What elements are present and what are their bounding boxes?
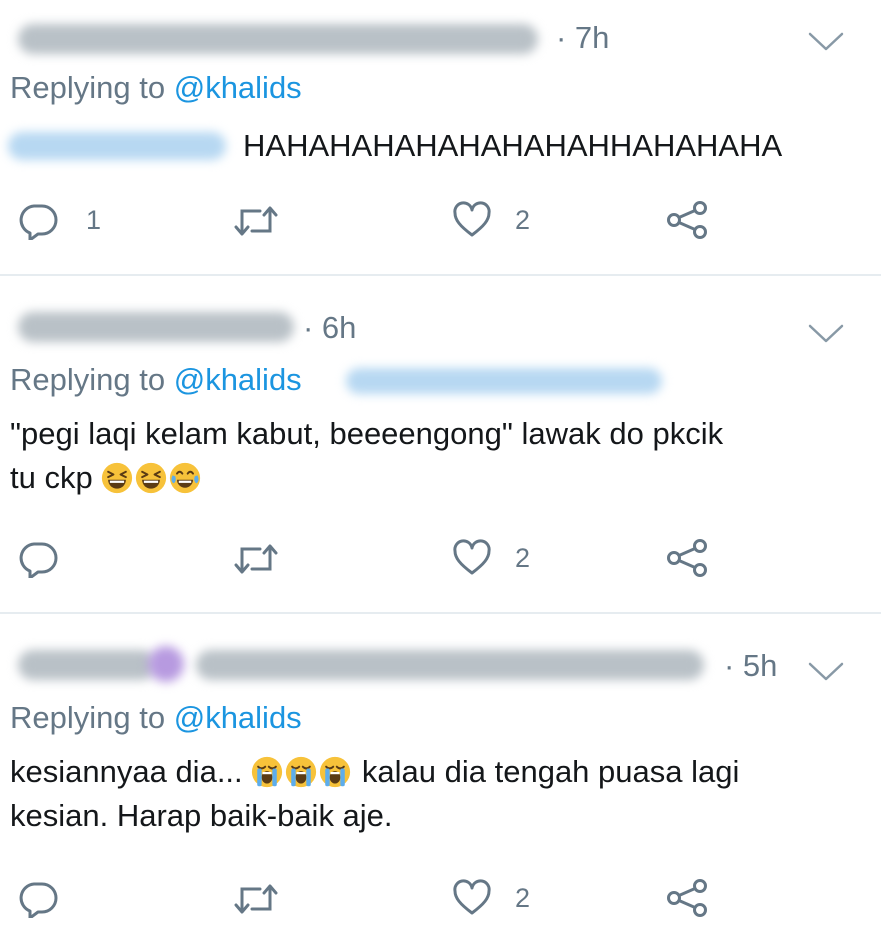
retweet-icon[interactable] (232, 879, 280, 919)
mention-link[interactable]: @khalids (174, 362, 302, 397)
tweet-text-line-2: tu ckp (10, 456, 723, 500)
loudly-crying-face-emoji (251, 756, 283, 788)
tweet-timestamp: · 7h (556, 20, 610, 55)
tweet-text-line: kesian. Harap baik-baik aje. (10, 798, 393, 833)
share-icon[interactable] (665, 878, 709, 918)
grinning-squinting-face-emoji (135, 462, 167, 494)
loudly-crying-face-emoji (285, 756, 317, 788)
replying-to-label: Replying to (10, 700, 174, 735)
heart-icon[interactable] (452, 200, 492, 240)
replying-to-label: Replying to (10, 362, 174, 397)
heart-icon[interactable] (452, 538, 492, 578)
blurred-author-name (196, 650, 704, 680)
tweet-reply-3[interactable]: · 5h Replying to @khalids kesiannyaa dia… (0, 614, 881, 937)
like-count: 2 (515, 543, 531, 573)
tweet-text-line: "pegi laqi kelam kabut, beeeengong" lawa… (10, 416, 724, 451)
loudly-crying-face-emoji (319, 756, 351, 788)
grinning-squinting-face-emoji (101, 462, 133, 494)
mention-link[interactable]: @khalids (174, 70, 302, 105)
tweet-reply-2[interactable]: · 6h Replying to @khalids "pegi laqi kel… (0, 276, 881, 613)
mention-link[interactable]: @khalids (174, 700, 302, 735)
tweet-timestamp: · 6h (303, 310, 357, 345)
blurred-mention (8, 132, 226, 160)
tweet-text-line: tu ckp (10, 460, 93, 495)
blurred-avatar-emoji (148, 646, 184, 682)
chevron-down-icon[interactable] (808, 30, 844, 52)
like-count: 2 (515, 883, 531, 913)
blurred-author-name (18, 650, 156, 680)
replying-to-label: Replying to (10, 70, 174, 105)
share-icon[interactable] (665, 200, 709, 240)
blurred-author-name (18, 312, 294, 342)
tweet-text-line: kesiannyaa dia... (10, 754, 243, 789)
tweet-reply-1[interactable]: · 7h Replying to @khalids HAHAHAHAHAHAHA… (0, 0, 881, 275)
blurred-mention (346, 368, 662, 394)
tweet-text-line: HAHAHAHAHAHAHAHAHHAHAHAHA (243, 128, 783, 163)
tweet-text: HAHAHAHAHAHAHAHAHHAHAHAHA (243, 124, 782, 168)
blurred-author-name (18, 24, 538, 54)
tweet-text: kesiannyaa dia... kalau dia tengah puasa… (10, 750, 739, 838)
tweet-text-line: kalau dia tengah puasa lagi (361, 754, 740, 789)
replying-to-line: Replying to @khalids (10, 700, 302, 736)
reply-icon[interactable] (18, 200, 58, 240)
tweet-text-line-1: kesiannyaa dia... kalau dia tengah puasa… (10, 750, 739, 794)
reply-icon[interactable] (18, 538, 58, 578)
chevron-down-icon[interactable] (808, 322, 844, 344)
replying-to-line: Replying to @khalids (10, 70, 302, 106)
reply-count: 1 (86, 205, 102, 235)
chevron-down-icon[interactable] (808, 660, 844, 682)
retweet-icon[interactable] (232, 201, 280, 241)
heart-icon[interactable] (452, 878, 492, 918)
tweet-timestamp: · 5h (724, 648, 778, 683)
tweet-text: "pegi laqi kelam kabut, beeeengong" lawa… (10, 412, 723, 500)
like-count: 2 (515, 205, 531, 235)
replying-to-line: Replying to @khalids (10, 362, 302, 398)
share-icon[interactable] (665, 538, 709, 578)
retweet-icon[interactable] (232, 539, 280, 579)
reply-icon[interactable] (18, 878, 58, 918)
face-with-tears-of-joy-emoji (169, 462, 201, 494)
